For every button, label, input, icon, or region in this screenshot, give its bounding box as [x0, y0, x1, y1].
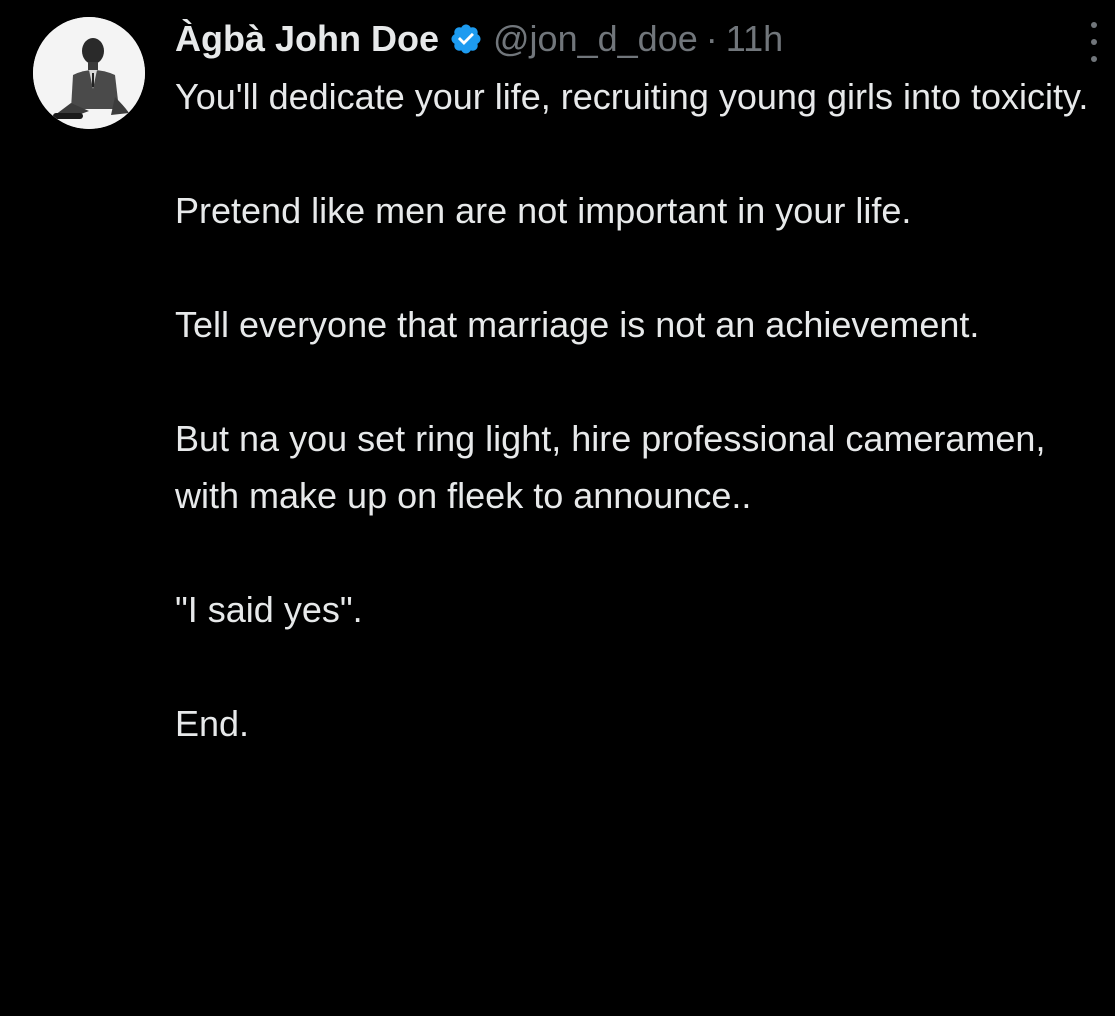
author-handle[interactable]: @jon_d_doe — [493, 18, 698, 60]
timestamp[interactable]: 11h — [726, 18, 783, 60]
tweet-paragraph: "I said yes". — [175, 589, 363, 630]
tweet[interactable]: Àgbà John Doe @jon_d_doe · 11h You'll de… — [0, 0, 1115, 1016]
separator-dot: · — [705, 18, 718, 59]
more-dot — [1091, 56, 1097, 62]
more-dot — [1091, 22, 1097, 28]
avatar[interactable] — [33, 17, 145, 129]
tweet-paragraph: Tell everyone that marriage is not an ac… — [175, 304, 980, 345]
tweet-paragraph: You'll dedicate your life, recruiting yo… — [175, 76, 1089, 117]
more-dot — [1091, 39, 1097, 45]
tweet-header: Àgbà John Doe @jon_d_doe · 11h — [175, 14, 783, 64]
author-name[interactable]: Àgbà John Doe — [175, 18, 439, 60]
tweet-paragraph: But na you set ring light, hire professi… — [175, 418, 1046, 516]
tweet-paragraph: Pretend like men are not important in yo… — [175, 190, 912, 231]
avatar-image — [33, 17, 145, 129]
tweet-paragraph: End. — [175, 703, 250, 744]
more-vertical-icon[interactable] — [1086, 22, 1102, 62]
verified-badge-icon[interactable] — [449, 22, 483, 56]
tweet-text: You'll dedicate your life, recruiting yo… — [175, 68, 1110, 752]
